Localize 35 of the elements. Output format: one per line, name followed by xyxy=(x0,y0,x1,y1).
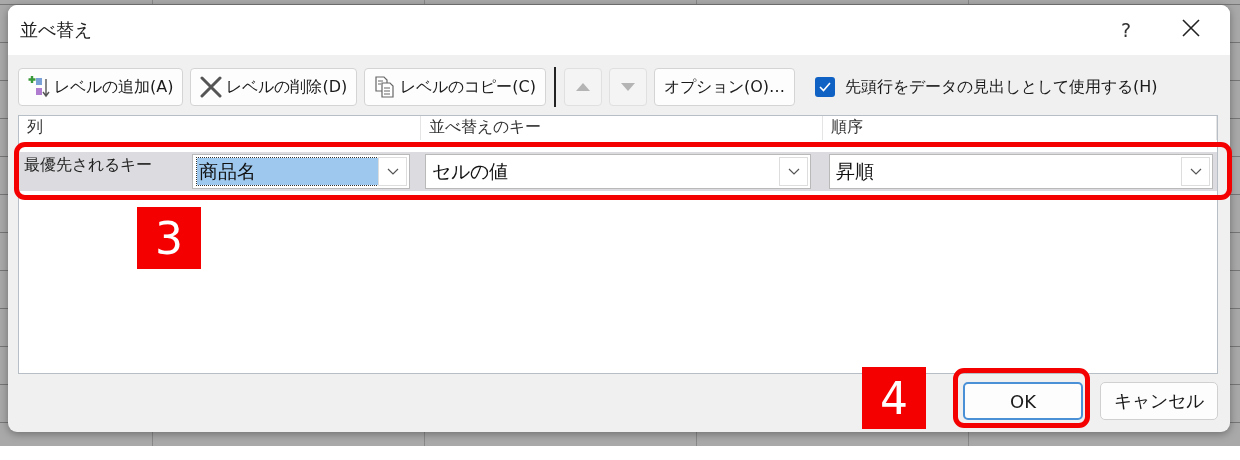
step-number: 4 xyxy=(862,367,926,429)
column-header: 列 xyxy=(19,116,421,140)
column-dropdown[interactable]: 商品名 xyxy=(192,154,410,189)
column-header: 並べ替えのキー xyxy=(421,116,823,140)
triangle-down-icon xyxy=(620,83,635,91)
dropdown-button[interactable] xyxy=(779,157,808,186)
selected-value: セルの値 xyxy=(431,159,509,184)
chevron-down-icon xyxy=(787,168,800,175)
chevron-down-icon xyxy=(1189,168,1202,175)
ok-button[interactable]: OK xyxy=(963,382,1083,420)
dropdown-button[interactable] xyxy=(378,157,407,186)
column-header: 順序 xyxy=(823,116,1217,140)
dialog-title: 並べ替え xyxy=(20,18,93,42)
step-number: 3 xyxy=(137,207,201,269)
copy-icon xyxy=(374,76,397,98)
dropdown-button[interactable] xyxy=(1181,157,1210,186)
selected-value: 昇順 xyxy=(835,159,875,184)
chevron-down-icon xyxy=(386,168,399,175)
delete-level-button[interactable]: レベルの削除(D) xyxy=(190,68,358,106)
sort-on-dropdown[interactable]: セルの値 xyxy=(425,154,811,189)
close-icon[interactable] xyxy=(1182,19,1200,37)
add-level-icon xyxy=(28,75,50,99)
help-button[interactable]: ? xyxy=(1116,19,1136,41)
options-button[interactable]: オプション(O)… xyxy=(653,68,795,106)
order-dropdown[interactable]: 昇順 xyxy=(829,154,1213,189)
add-level-button[interactable]: レベルの追加(A) xyxy=(18,68,184,106)
checkmark-icon xyxy=(819,82,831,92)
copy-level-button[interactable]: レベルのコピー(C) xyxy=(364,68,546,106)
delete-x-icon xyxy=(200,76,223,98)
checkbox[interactable] xyxy=(815,77,835,97)
level-label: 最優先されるキー xyxy=(24,154,153,176)
selected-value: 商品名 xyxy=(197,158,378,185)
checkbox-label: 先頭行をデータの見出しとして使用する(H) xyxy=(845,76,1158,98)
triangle-up-icon xyxy=(575,83,590,91)
cancel-button[interactable]: キャンセル xyxy=(1100,382,1218,420)
